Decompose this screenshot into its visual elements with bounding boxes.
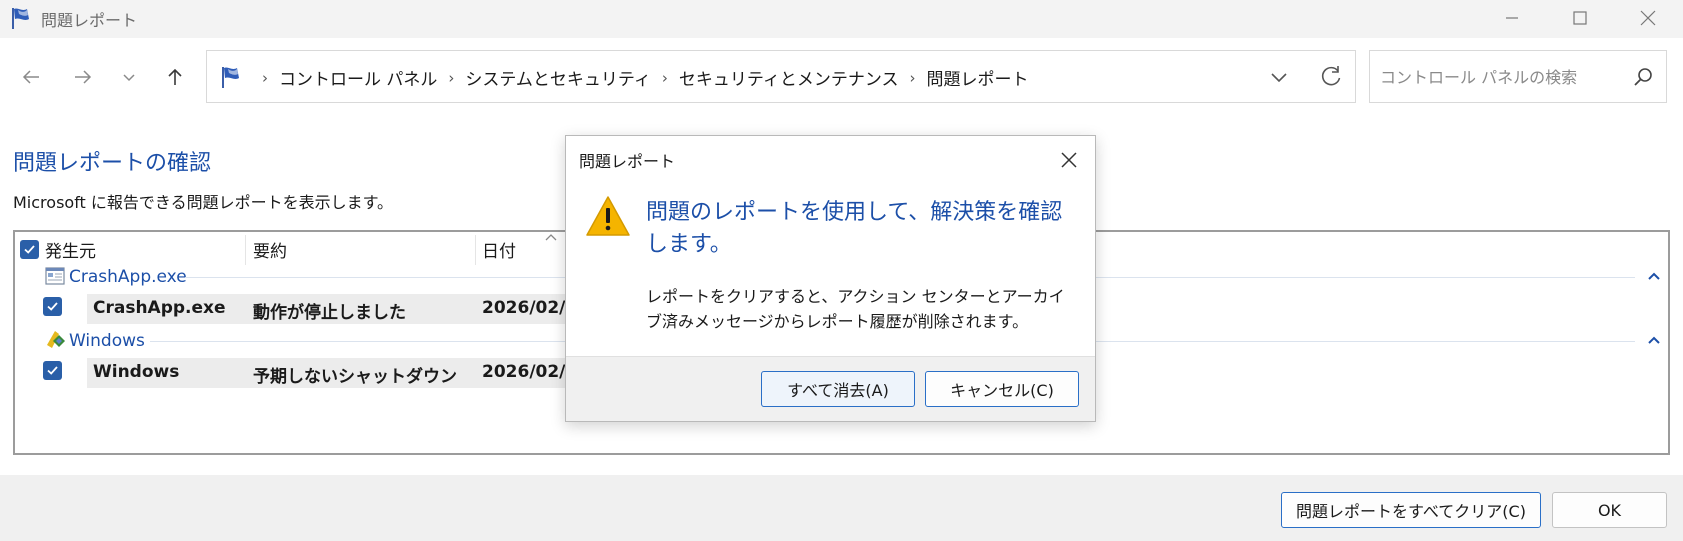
breadcrumb: › コントロール パネル › システムとセキュリティ › セキュリティとメンテナ… xyxy=(251,65,1029,91)
breadcrumb-security-maintenance[interactable]: セキュリティとメンテナンス xyxy=(679,65,899,90)
breadcrumb-separator: › xyxy=(909,68,916,87)
cell-summary: 予期しないシャットダウン xyxy=(253,367,457,387)
chevron-up-icon[interactable] xyxy=(1646,334,1662,346)
cell-source: CrashApp.exe xyxy=(93,298,226,318)
clear-all-button[interactable]: すべて消去(A) xyxy=(761,371,915,407)
bottom-bar: 問題レポートをすべてクリア(C) OK xyxy=(0,475,1683,541)
cell-date: 2026/02/2 xyxy=(482,298,578,318)
breadcrumb-separator: › xyxy=(262,68,268,87)
arrow-left-icon xyxy=(22,70,39,84)
select-all-checkbox[interactable] xyxy=(20,240,39,259)
refresh-icon[interactable] xyxy=(1317,63,1345,91)
arrow-right-icon xyxy=(75,70,92,84)
close-button[interactable] xyxy=(1614,0,1681,36)
sort-ascending-icon xyxy=(545,234,557,241)
breadcrumb-problem-reports[interactable]: 問題レポート xyxy=(927,65,1029,90)
cancel-button[interactable]: キャンセル(C) xyxy=(925,371,1079,407)
recent-locations-button[interactable] xyxy=(112,60,146,94)
flag-icon xyxy=(12,8,29,29)
check-icon xyxy=(24,245,35,254)
minimize-icon xyxy=(1505,17,1518,19)
flag-icon xyxy=(222,67,239,88)
dialog-body: レポートをクリアすると、アクション センターとアーカイブ済みメッセージからレポー… xyxy=(646,287,1065,331)
confirm-dialog: 問題レポート 問題のレポートを使用して、解決策を確認します。 レポートをクリアす… xyxy=(565,135,1096,422)
close-icon xyxy=(1640,10,1655,26)
dialog-footer: すべて消去(A) キャンセル(C) xyxy=(566,356,1095,421)
column-divider[interactable] xyxy=(245,235,246,265)
search-input[interactable] xyxy=(1380,64,1620,90)
application-icon xyxy=(45,267,65,285)
title-bar: 問題レポート xyxy=(0,0,1683,38)
breadcrumb-control-panel[interactable]: コントロール パネル xyxy=(279,65,437,90)
column-header-date[interactable]: 日付 xyxy=(482,237,516,265)
maximize-icon xyxy=(1572,11,1587,25)
column-divider[interactable] xyxy=(475,235,476,265)
dialog-title: 問題レポート xyxy=(579,152,676,171)
column-header-source[interactable]: 発生元 xyxy=(45,237,96,265)
breadcrumb-system-security[interactable]: システムとセキュリティ xyxy=(465,65,650,90)
check-icon xyxy=(47,302,58,311)
chevron-down-icon[interactable] xyxy=(1267,65,1291,89)
row-checkbox[interactable] xyxy=(43,297,62,316)
group-header-crashapp[interactable]: CrashApp.exe xyxy=(69,265,187,289)
window-title: 問題レポート xyxy=(41,11,138,30)
page-description: Microsoft に報告できる問題レポートを表示します。 xyxy=(13,193,393,212)
page-title: 問題レポートの確認 xyxy=(13,151,212,176)
windows-icon xyxy=(47,331,65,348)
search-icon[interactable] xyxy=(1633,67,1653,87)
up-button[interactable] xyxy=(158,60,192,94)
check-icon xyxy=(47,366,58,375)
arrow-up-icon xyxy=(168,68,182,85)
search-box[interactable] xyxy=(1369,50,1667,103)
cell-source: Windows xyxy=(93,362,180,382)
cell-summary: 動作が停止しました xyxy=(253,303,406,323)
clear-all-reports-button[interactable]: 問題レポートをすべてクリア(C) xyxy=(1281,492,1541,528)
cell-date: 2026/02/2 xyxy=(482,362,578,382)
dialog-heading: 問題のレポートを使用して、解決策を確認します。 xyxy=(646,200,1063,257)
address-bar[interactable]: › コントロール パネル › システムとセキュリティ › セキュリティとメンテナ… xyxy=(206,50,1356,103)
ok-button[interactable]: OK xyxy=(1552,492,1667,528)
group-header-windows[interactable]: Windows xyxy=(69,329,145,353)
warning-icon xyxy=(586,196,630,236)
forward-button[interactable] xyxy=(66,60,100,94)
column-header-summary[interactable]: 要約 xyxy=(253,237,287,265)
chevron-down-icon xyxy=(123,74,135,82)
close-icon[interactable] xyxy=(1057,148,1081,172)
breadcrumb-separator: › xyxy=(661,68,668,87)
maximize-button[interactable] xyxy=(1546,0,1613,36)
back-button[interactable] xyxy=(14,60,48,94)
minimize-button[interactable] xyxy=(1478,0,1545,36)
chevron-up-icon[interactable] xyxy=(1646,270,1662,282)
breadcrumb-separator: › xyxy=(448,68,455,87)
row-checkbox[interactable] xyxy=(43,361,62,380)
